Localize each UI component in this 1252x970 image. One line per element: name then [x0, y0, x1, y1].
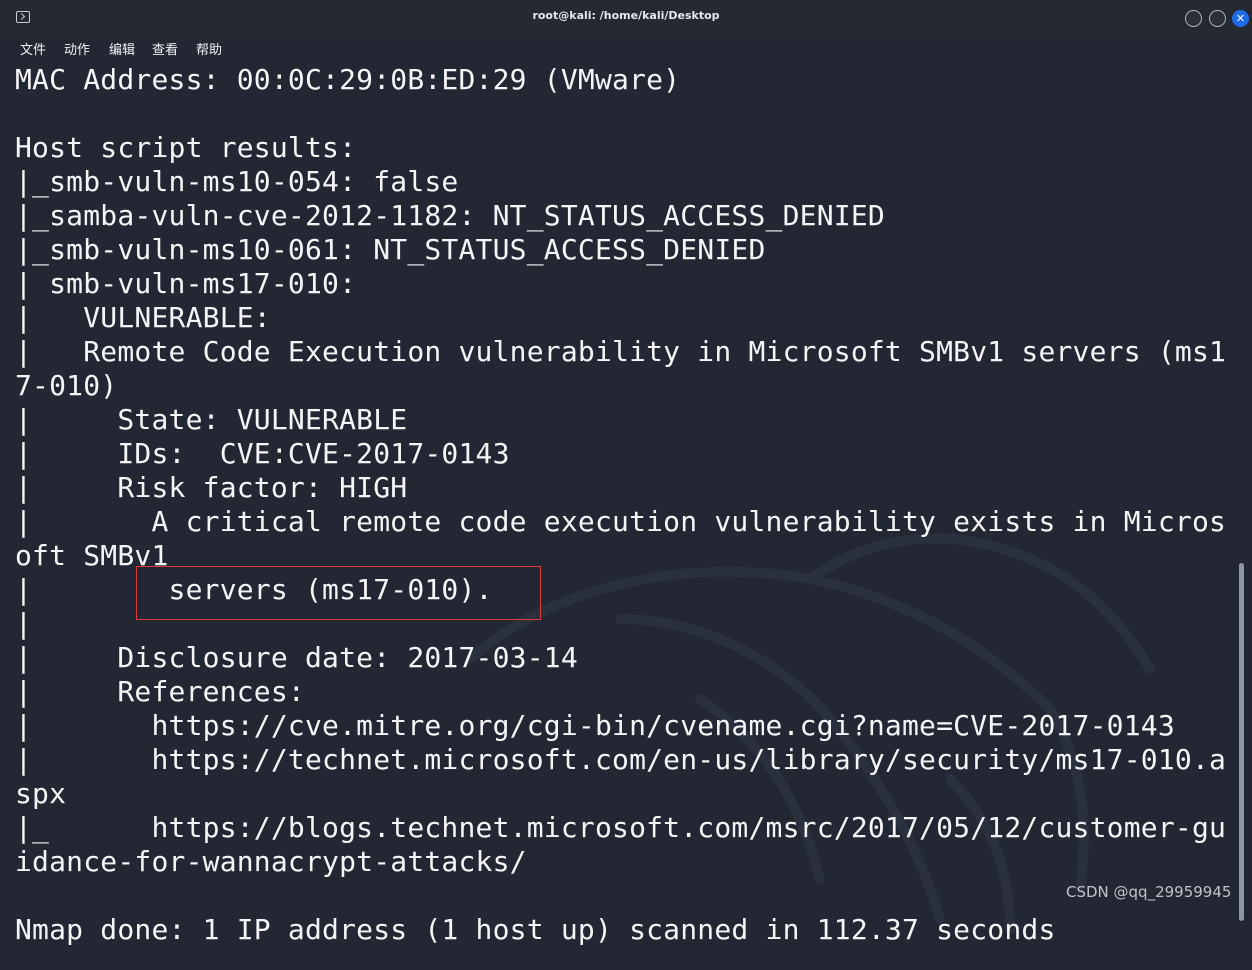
terminal-line: Host script results: — [15, 131, 357, 164]
terminal-line: spx — [15, 777, 67, 810]
menu-action[interactable]: 动作 — [64, 39, 90, 58]
terminal-output[interactable]: MAC Address: 00:0C:29:0B:ED:29 (VMware) H… — [0, 59, 1252, 970]
terminal-line: 7-010) — [15, 369, 118, 402]
menu-help[interactable]: 帮助 — [196, 39, 222, 58]
terminal-line: | IDs: CVE:CVE-2017-0143 — [15, 437, 510, 470]
csdn-watermark: CSDN @qq_29959945 — [1066, 883, 1232, 901]
minimize-button[interactable] — [1185, 10, 1202, 27]
terminal-line: | https://technet.microsoft.com/en-us/li… — [15, 743, 1227, 776]
terminal-line: | https://cve.mitre.org/cgi-bin/cvename.… — [15, 709, 1175, 742]
terminal-window: root@kali: /home/kali/Desktop ✕ 文件 动作 编辑… — [0, 0, 1252, 970]
window-title: root@kali: /home/kali/Desktop — [532, 9, 720, 22]
menu-edit[interactable]: 编辑 — [109, 39, 135, 58]
highlight-annotation-box — [136, 566, 541, 620]
terminal-line: Nmap done: 1 IP address (1 host up) scan… — [15, 913, 1056, 946]
terminal-line: |_samba-vuln-cve-2012-1182: NT_STATUS_AC… — [15, 199, 885, 232]
terminal-line: | Remote Code Execution vulnerability in… — [15, 335, 1227, 368]
terminal-line: |_ https://blogs.technet.microsoft.com/m… — [15, 811, 1227, 844]
terminal-text: MAC Address: 00:0C:29:0B:ED:29 (VMware) H… — [15, 63, 1226, 947]
title-bar[interactable]: root@kali: /home/kali/Desktop ✕ — [0, 0, 1252, 38]
menu-file[interactable]: 文件 — [20, 39, 46, 58]
terminal-line: idance-for-wannacrypt-attacks/ — [15, 845, 527, 878]
terminal-line: | Risk factor: HIGH — [15, 471, 408, 504]
scrollbar-thumb[interactable] — [1239, 563, 1244, 921]
terminal-line: | References: — [15, 675, 305, 708]
terminal-line: |_smb-vuln-ms10-061: NT_STATUS_ACCESS_DE… — [15, 233, 766, 266]
maximize-button[interactable] — [1209, 10, 1226, 27]
terminal-line: |_smb-vuln-ms10-054: false — [15, 165, 459, 198]
menu-view[interactable]: 查看 — [152, 39, 178, 58]
close-button[interactable]: ✕ — [1232, 10, 1249, 27]
menu-bar: 文件 动作 编辑 查看 帮助 — [0, 37, 1252, 59]
terminal-line: | VULNERABLE: — [15, 301, 271, 334]
terminal-line: MAC Address: 00:0C:29:0B:ED:29 (VMware) — [15, 63, 681, 96]
terminal-line: | Disclosure date: 2017-03-14 — [15, 641, 578, 674]
terminal-line: | smb-vuln-ms17-010: — [15, 267, 357, 300]
terminal-line: | State: VULNERABLE — [15, 403, 408, 436]
terminal-line: | A critical remote code execution vulne… — [15, 505, 1227, 538]
